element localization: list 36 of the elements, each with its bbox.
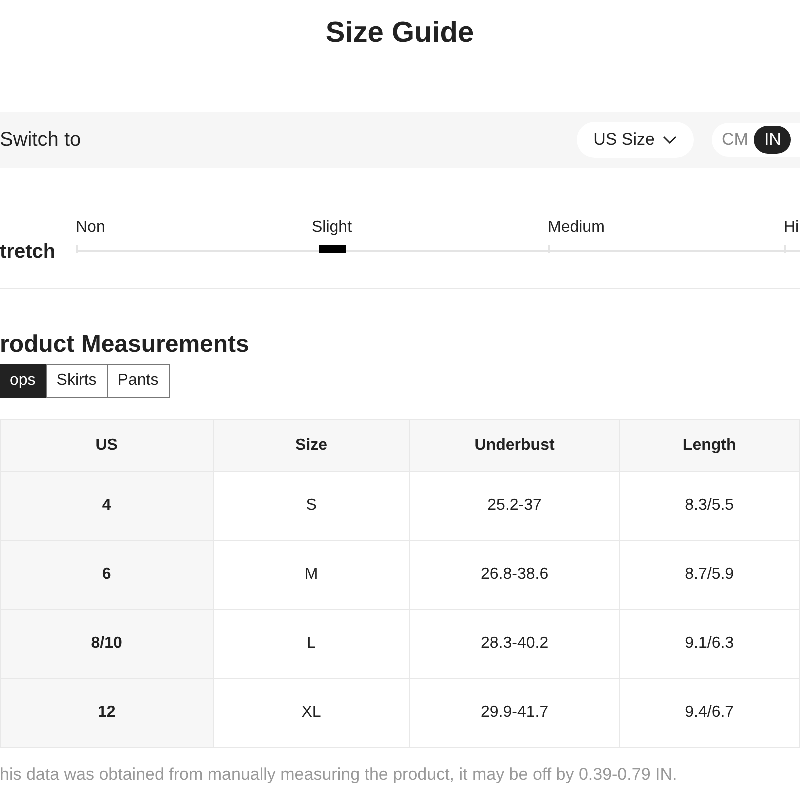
page-title: Size Guide — [326, 16, 474, 46]
table-cell: S — [213, 472, 410, 540]
table-cell: M — [213, 540, 410, 610]
table-cell: 9.4/6.7 — [620, 678, 800, 748]
stretch-level-label: Hi — [784, 218, 800, 236]
stretch-label: tretch — [0, 240, 57, 265]
table-cell: 4 — [0, 472, 214, 540]
category-tab[interactable]: Pants — [106, 364, 170, 398]
category-tab[interactable]: Skirts — [46, 364, 108, 398]
table-cell: 9.1/6.3 — [620, 610, 800, 678]
category-tab[interactable]: ops — [0, 364, 47, 398]
stretch-level-label: Slight — [312, 218, 352, 236]
unit-option[interactable]: IN — [754, 126, 792, 154]
table-cell: 8/10 — [0, 610, 214, 678]
table-cell: 6 — [0, 540, 214, 610]
unit-option[interactable]: CM — [716, 126, 754, 154]
table-cell: 26.8-38.6 — [410, 540, 620, 610]
column-header: Length — [620, 420, 800, 472]
table-cell: 12 — [0, 678, 214, 748]
table-cell: 25.2-37 — [410, 472, 620, 540]
table-cell: 8.7/5.9 — [620, 540, 800, 610]
table-cell: XL — [213, 678, 410, 748]
section-heading: roduct Measurements — [0, 330, 250, 357]
stretch-level-label: Medium — [548, 218, 605, 236]
stretch-level-label: Non — [76, 218, 106, 236]
table-cell: L — [213, 610, 410, 678]
column-header: US — [0, 420, 214, 472]
measurement-note: his data was obtained from manually measuring the product, it may be off by 0.39-0.79 IN. — [0, 764, 678, 786]
size-system-dropdown[interactable]: US Size — [576, 122, 694, 158]
table-cell: 8.3/5.5 — [620, 472, 800, 540]
switch-label: Switch to — [0, 128, 82, 153]
table-cell: 28.3-40.2 — [410, 610, 620, 678]
table-cell: 29.9-41.7 — [410, 678, 620, 748]
column-header: Underbust — [410, 420, 620, 472]
column-header: Size — [213, 420, 410, 472]
chevron-down-icon — [663, 136, 677, 144]
